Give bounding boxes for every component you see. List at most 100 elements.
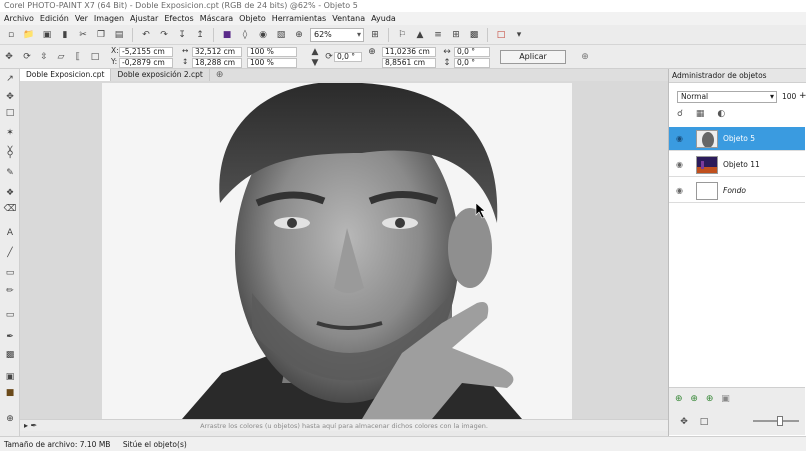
guides-icon[interactable]: ▩	[467, 28, 481, 42]
mask-show-icon[interactable]: ◊	[238, 28, 252, 42]
zoom-fit-icon[interactable]: ⊞	[368, 28, 382, 42]
y-position-field[interactable]: -0,2879 cm	[119, 58, 173, 68]
canvas-workspace[interactable]	[20, 81, 668, 419]
scale-icon[interactable]: ⇳	[37, 51, 51, 63]
add-tab-icon[interactable]: ⊕	[210, 69, 230, 81]
redo-icon[interactable]: ↷	[157, 28, 171, 42]
layer-properties-icon[interactable]: ▦	[696, 109, 705, 119]
canvas-image[interactable]	[102, 83, 572, 419]
tab-doble-exposicion[interactable]: Doble Exposicion.cpt	[20, 69, 112, 81]
thumbnail-size-slider[interactable]	[753, 420, 799, 422]
tab-doble-exposicion-2[interactable]: Doble exposición 2.cpt	[111, 69, 210, 81]
color-tray-arrow-icon[interactable]: ▸ ✒	[24, 420, 37, 431]
visibility-eye-icon[interactable]: ◉	[676, 134, 683, 143]
corel-launch-icon[interactable]: ■	[220, 28, 234, 42]
transparency-icon[interactable]: ◐	[717, 109, 725, 119]
copy-icon[interactable]: ❐	[94, 28, 108, 42]
bucket-icon[interactable]: ▲	[413, 28, 427, 42]
secondary-color-icon[interactable]: ■	[3, 387, 17, 399]
menu-ayuda[interactable]: Ayuda	[371, 12, 402, 25]
scale-y-field[interactable]: 100 %	[247, 58, 297, 68]
clone-icon[interactable]: ❖	[3, 187, 17, 199]
import-icon[interactable]: ↧	[175, 28, 189, 42]
add-tool-icon[interactable]: ⊕	[3, 413, 17, 425]
opacity-plus-icon[interactable]: +	[799, 91, 806, 101]
options-icon[interactable]: □	[494, 28, 508, 42]
menu-ver[interactable]: Ver	[75, 12, 94, 25]
eraser-icon[interactable]: ⌫	[3, 203, 17, 215]
object-marquee-icon[interactable]: ▧	[274, 28, 288, 42]
skew-x-field[interactable]: 0,0 °	[454, 47, 490, 57]
eyedropper-small-icon[interactable]: ✎	[3, 167, 17, 179]
position-icon[interactable]: ✥	[2, 51, 16, 63]
menu-archivo[interactable]: Archivo	[4, 12, 40, 25]
rule-icon[interactable]: ≡	[431, 28, 445, 42]
grid-icon[interactable]: ⊞	[449, 28, 463, 42]
eyedropper-icon[interactable]: ✒	[3, 331, 17, 343]
distort-icon[interactable]: ⟦	[71, 51, 85, 63]
menu-objeto[interactable]: Objeto	[239, 12, 272, 25]
skew-y-field[interactable]: 0,0 °	[454, 58, 490, 68]
slider-handle[interactable]	[777, 416, 783, 426]
open-folder-icon[interactable]: 📁	[22, 28, 36, 42]
menu-herramientas[interactable]: Herramientas	[272, 12, 333, 25]
pick-tool-icon[interactable]: ↗	[3, 73, 17, 85]
opacity-value[interactable]: 100	[782, 92, 796, 101]
magic-wand-icon[interactable]: ✶	[3, 127, 17, 139]
layer-row-fondo[interactable]: ◉ Fondo	[669, 179, 805, 203]
lock-icon[interactable]: ☌	[677, 109, 683, 119]
effect-tool-icon[interactable]: ▭	[3, 309, 17, 321]
new-file-icon[interactable]: ▫	[4, 28, 18, 42]
mask-marquee-icon[interactable]: ◉	[256, 28, 270, 42]
menu-edicion[interactable]: Edición	[40, 12, 75, 25]
fill-bucket-icon[interactable]: ▩	[3, 349, 17, 361]
menu-mascara[interactable]: Máscara	[200, 12, 239, 25]
visibility-eye-icon[interactable]: ◉	[676, 160, 683, 169]
zoom-tool-icon[interactable]: ⚲	[3, 149, 17, 161]
scale-x-field[interactable]: 100 %	[247, 47, 297, 57]
layer-row-objeto-11[interactable]: ◉ Objeto 11	[669, 153, 805, 177]
rectangle-mask-icon[interactable]: □	[3, 107, 17, 119]
cut-icon[interactable]: ✂	[76, 28, 90, 42]
menu-ventana[interactable]: Ventana	[332, 12, 371, 25]
add-icon[interactable]: ⊕	[578, 51, 592, 63]
zoom-panel-icon[interactable]: ✥	[677, 416, 691, 428]
checkpoint-icon[interactable]: ⚐	[395, 28, 409, 42]
center-x-field[interactable]: 11,0236 cm	[382, 47, 436, 57]
undo-icon[interactable]: ↶	[139, 28, 153, 42]
flip-vertical-icon[interactable]: ▼	[308, 57, 322, 69]
width-field[interactable]: 32,512 cm	[192, 47, 242, 57]
thumbnail-size-icon[interactable]: □	[697, 416, 711, 428]
export-icon[interactable]: ↥	[193, 28, 207, 42]
angle-field[interactable]: 0,0 °	[334, 52, 362, 62]
height-field[interactable]: 18,288 cm	[192, 58, 242, 68]
menu-ajustar[interactable]: Ajustar	[130, 12, 164, 25]
delete-icon[interactable]: ▣	[721, 394, 730, 404]
text-tool-icon[interactable]: A	[3, 227, 17, 239]
chevron-down-icon[interactable]: ▾	[512, 28, 526, 42]
paste-icon[interactable]: ▤	[112, 28, 126, 42]
scan-icon[interactable]: ▮	[58, 28, 72, 42]
skew-icon[interactable]: ▱	[54, 51, 68, 63]
shape-tool-icon[interactable]: ▭	[3, 267, 17, 279]
color-tray-hint[interactable]: ▸ ✒ Arrastre los colores (u objetos) has…	[20, 419, 668, 431]
zoom-level-select[interactable]: 62%	[310, 27, 364, 42]
combine-icon[interactable]: ⊕	[706, 394, 714, 404]
mask-transform-icon[interactable]: ✥	[3, 91, 17, 103]
new-object-icon[interactable]: ⊕	[675, 394, 683, 404]
layer-row-objeto-5[interactable]: ◉ Objeto 5	[669, 127, 805, 151]
rotate-icon[interactable]: ⟳	[20, 51, 34, 63]
blend-mode-select[interactable]: Normal	[677, 91, 777, 103]
save-icon[interactable]: ▣	[40, 28, 54, 42]
color-swatch-icon[interactable]: ▣	[3, 371, 17, 383]
apply-button[interactable]: Aplicar	[500, 50, 566, 64]
zoom-in-icon[interactable]: ⊕	[292, 28, 306, 42]
visibility-eye-icon[interactable]: ◉	[676, 186, 683, 195]
menu-imagen[interactable]: Imagen	[94, 12, 130, 25]
new-lens-icon[interactable]: ⊕	[690, 394, 698, 404]
line-tool-icon[interactable]: ╱	[3, 247, 17, 259]
x-position-field[interactable]: -5,2155 cm	[119, 47, 173, 57]
paint-brush-icon[interactable]: ✏	[3, 285, 17, 297]
center-y-field[interactable]: 8,8561 cm	[382, 58, 436, 68]
menu-efectos[interactable]: Efectos	[164, 12, 199, 25]
